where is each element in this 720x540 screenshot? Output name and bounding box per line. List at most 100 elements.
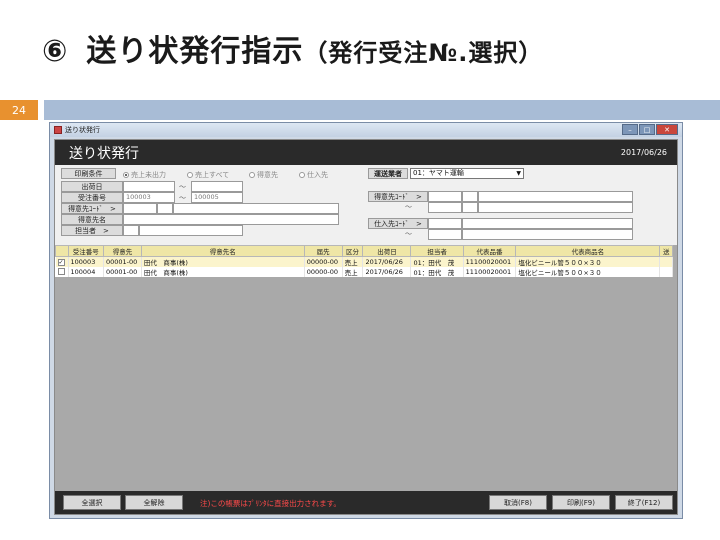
app-window: 送り状発行 – □ ✕ 送り状発行 2017/06/26 印刷条件 売上未出力 …: [49, 122, 683, 519]
radio-customer[interactable]: 得意先: [249, 170, 278, 180]
cell-send: [659, 256, 673, 267]
cell-customer-name: 田代 商事(株): [141, 256, 305, 267]
col-item-code: 代表品番: [462, 245, 517, 257]
order-no-from-input[interactable]: 100003: [123, 192, 175, 203]
col-customer: 得意先: [103, 245, 142, 257]
radio-label: 得意先: [257, 171, 278, 179]
radio-label: 売上未出力: [131, 171, 166, 179]
select-all-button[interactable]: 全選択: [63, 495, 121, 510]
maximize-icon[interactable]: □: [639, 124, 655, 135]
grid-header-row: 受注番号 得意先 得意先名 届先 区分 出荷日 担当者 代表品番 代表商品名 送: [55, 245, 673, 257]
slide-title: ⑥ 送り状発行指示（発行受注№.選択）: [42, 26, 543, 70]
filter-area: 印刷条件 売上未出力 売上すべて 得意先 仕入先 運送業者 01：ヤマト運輸 ▼ …: [55, 165, 677, 244]
carrier-select[interactable]: 01：ヤマト運輸 ▼: [410, 168, 524, 179]
right-customer-name-display: [478, 191, 633, 202]
radio-dot-icon: [187, 172, 193, 178]
col-destination: 届先: [303, 245, 343, 257]
supplier-tilde: ～: [405, 230, 412, 238]
supplier-code-label: 仕入先ｺｰﾄﾞ >: [368, 218, 428, 229]
cell-customer: 00001-00: [103, 256, 142, 267]
col-kind: 区分: [341, 245, 364, 257]
customer-name-label: 得意先名: [61, 214, 123, 225]
close-icon[interactable]: ✕: [656, 124, 678, 135]
header-bar-decoration: [44, 100, 720, 120]
app-icon: [54, 126, 62, 134]
cell-kind: 売上: [342, 256, 364, 267]
radio-dot-icon: [299, 172, 305, 178]
window-controls: – □ ✕: [622, 124, 678, 135]
exit-button[interactable]: 終了(F12): [615, 495, 673, 510]
form-title: 送り状発行: [69, 145, 139, 162]
table-row[interactable]: 100004 00001-00 田代 商事(株) 00000-00 売上 201…: [55, 267, 673, 277]
table-row[interactable]: ✓ 100003 00001-00 田代 商事(株) 00000-00 売上 2…: [55, 256, 673, 267]
window-caption: 送り状発行: [65, 126, 100, 134]
cell-staff: 01：田代 茂: [410, 267, 464, 277]
cell-destination: 00000-00: [304, 256, 343, 267]
order-no-tilde: ～: [179, 194, 186, 202]
row-checkbox[interactable]: [55, 267, 69, 277]
deselect-all-button[interactable]: 全解除: [125, 495, 183, 510]
cell-customer-name: 田代 商事(株): [141, 267, 305, 277]
radio-dot-icon: [123, 172, 129, 178]
right-customer-tilde: ～: [405, 203, 412, 211]
radio-supplier[interactable]: 仕入先: [299, 170, 328, 180]
customer-name-input[interactable]: [123, 214, 339, 225]
col-ship-date: 出荷日: [362, 245, 412, 257]
ship-date-tilde: ～: [179, 183, 186, 191]
col-order-no: 受注番号: [67, 245, 105, 257]
supplier-code-input[interactable]: [428, 218, 462, 229]
customer-code-input[interactable]: [123, 203, 157, 214]
chevron-down-icon: ▼: [516, 170, 521, 177]
carrier-label: 運送業者: [368, 168, 408, 179]
order-grid: 受注番号 得意先 得意先名 届先 区分 出荷日 担当者 代表品番 代表商品名 送: [55, 245, 673, 277]
cell-kind: 売上: [342, 267, 364, 277]
order-no-to-input[interactable]: 100005: [191, 192, 243, 203]
radio-label: 売上すべて: [195, 171, 230, 179]
supplier-name-to-display: [462, 229, 633, 240]
slide-title-number: ⑥: [42, 34, 69, 69]
cell-item-code: 11100020001: [463, 267, 517, 277]
right-customer-branch-input[interactable]: [462, 191, 478, 202]
col-customer-name: 得意先名: [140, 245, 305, 257]
right-customer-code-input[interactable]: [428, 191, 462, 202]
staff-code-input[interactable]: [123, 225, 139, 236]
slide-title-main: 送り状発行指示: [86, 34, 304, 69]
cell-customer: 00001-00: [103, 267, 142, 277]
cell-order-no: 100003: [68, 256, 105, 267]
page-number: 24: [0, 100, 38, 120]
checkbox-unchecked-icon[interactable]: [57, 267, 65, 275]
right-customer-code-to-input[interactable]: [428, 202, 462, 213]
footer-bar: 全選択 全解除 注)この帳票はﾌﾟﾘﾝﾀに直接出力されます。 取消(F8) 印刷…: [55, 491, 677, 514]
staff-name-display: [139, 225, 243, 236]
minimize-icon[interactable]: –: [622, 124, 638, 135]
print-button[interactable]: 印刷(F9): [552, 495, 610, 510]
customer-branch-input[interactable]: [157, 203, 173, 214]
ship-date-from-input[interactable]: [123, 181, 175, 192]
col-send: 送: [659, 245, 673, 257]
cell-product-name: 塩化ビニール管５００×３０: [515, 267, 661, 277]
staff-label: 担当者 >: [61, 225, 123, 236]
right-customer-branch-to-input[interactable]: [462, 202, 478, 213]
cell-send: [659, 267, 673, 277]
printer-note: 注)この帳票はﾌﾟﾘﾝﾀに直接出力されます。: [200, 499, 341, 508]
col-staff: 担当者: [410, 245, 464, 257]
radio-unprinted[interactable]: 売上未出力: [123, 170, 166, 180]
cancel-button[interactable]: 取消(F8): [489, 495, 547, 510]
form-date: 2017/06/26: [620, 148, 667, 157]
cell-product-name: 塩化ビニール管５００×３０: [515, 256, 661, 267]
checkbox-checked-icon[interactable]: ✓: [57, 259, 65, 266]
ship-date-to-input[interactable]: [191, 181, 243, 192]
radio-all-sales[interactable]: 売上すべて: [187, 170, 229, 180]
right-customer-code-label: 得意先ｺｰﾄﾞ >: [368, 191, 428, 202]
supplier-code-to-input[interactable]: [428, 229, 462, 240]
cell-ship-date: 2017/06/26: [362, 256, 412, 267]
ship-date-label: 出荷日: [61, 181, 123, 192]
right-customer-name-to-display: [478, 202, 633, 213]
print-condition-label: 印刷条件: [61, 168, 116, 179]
carrier-value: 01：ヤマト運輸: [413, 169, 464, 177]
cell-item-code: 11100020001: [463, 256, 517, 267]
row-checkbox[interactable]: ✓: [55, 256, 69, 267]
customer-code-label: 得意先ｺｰﾄﾞ >: [61, 203, 123, 214]
order-grid-area: 受注番号 得意先 得意先名 届先 区分 出荷日 担当者 代表品番 代表商品名 送: [55, 245, 677, 491]
order-no-label: 受注番号: [61, 192, 123, 203]
